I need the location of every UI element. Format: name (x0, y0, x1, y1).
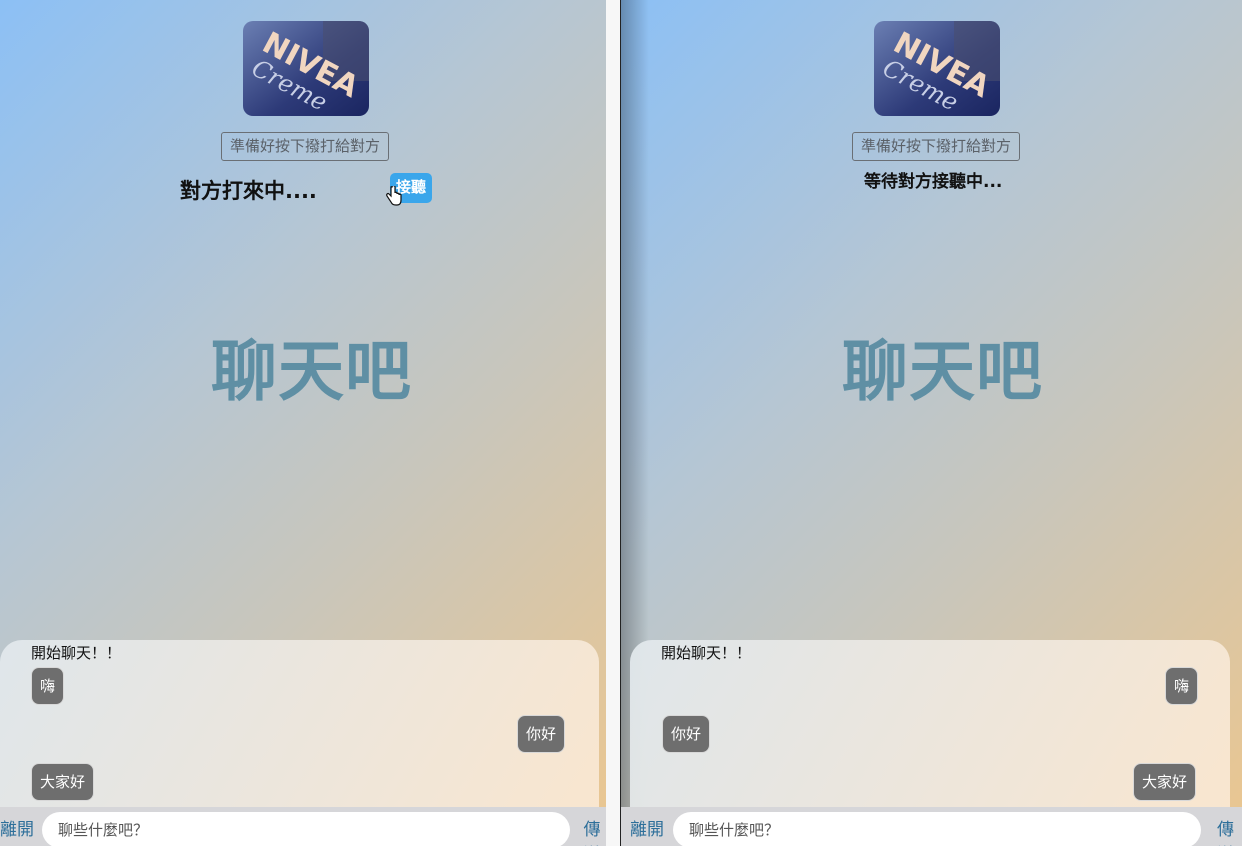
chat-bubble: 你好 (517, 715, 566, 753)
chat-bubble: 嗨 (31, 667, 65, 705)
status-button[interactable]: 準備好按下撥打給對方 (221, 132, 389, 161)
send-button[interactable]: 傳送 (1209, 815, 1242, 846)
left-chat-window: NIVEA Creme 準備好按下撥打給對方 對方打來中.... 接聽 聊天吧 … (0, 0, 606, 846)
chat-message-area[interactable]: 開始聊天！！ 嗨 你好 大家好 (630, 640, 1230, 815)
message-input[interactable] (673, 812, 1201, 846)
chat-title: 聊天吧 (211, 333, 412, 410)
chat-bubble: 嗨 (1165, 667, 1199, 705)
incoming-call-text: 對方打來中.... (180, 179, 317, 203)
nivea-logo-icon: NIVEA Creme (243, 21, 369, 116)
window-gap (606, 0, 621, 846)
chat-message-area[interactable]: 開始聊天！！ 嗨 你好 大家好 (0, 640, 599, 815)
leave-button[interactable]: 離開 (630, 815, 664, 840)
input-bar: 離開 傳送 (621, 807, 1242, 846)
leave-button[interactable]: 離開 (0, 815, 34, 840)
chat-bubble: 大家好 (31, 763, 95, 801)
chat-start-text: 開始聊天！！ (661, 644, 752, 662)
chat-title: 聊天吧 (842, 333, 1043, 410)
waiting-text: 等待對方接聽中... (864, 172, 1003, 192)
chat-bubble: 你好 (662, 715, 711, 753)
hand-pointer-cursor-icon (386, 184, 402, 210)
nivea-logo-icon: NIVEA Creme (874, 21, 1000, 116)
status-button[interactable]: 準備好按下撥打給對方 (852, 132, 1020, 161)
chat-bubble: 大家好 (1133, 763, 1197, 801)
chat-start-text: 開始聊天！！ (31, 644, 122, 662)
message-input[interactable] (42, 812, 570, 846)
send-button[interactable]: 傳送 (578, 815, 606, 846)
input-bar: 離開 傳送 (0, 807, 606, 846)
right-chat-window: NIVEA Creme 準備好按下撥打給對方 等待對方接聽中... 聊天吧 開始… (621, 0, 1242, 846)
